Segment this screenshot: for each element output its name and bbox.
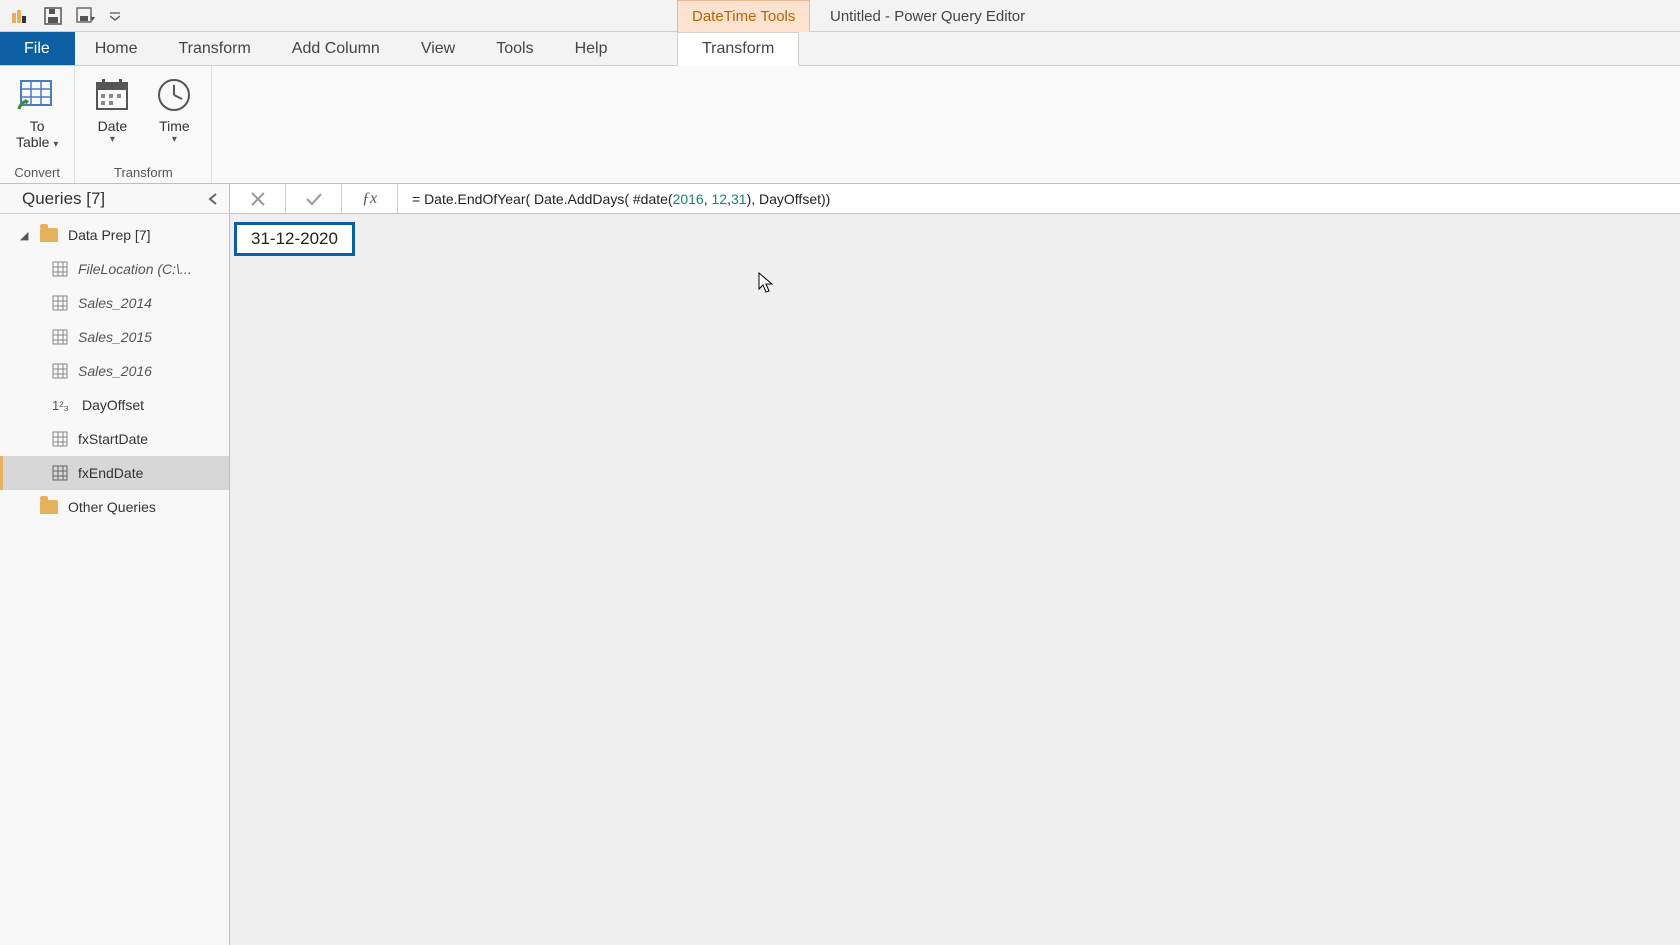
query-item-sales-2016[interactable]: Sales_2016	[0, 354, 229, 388]
ribbon-group-transform: Date ▾ Time ▾ Transform	[75, 66, 212, 183]
table-icon	[52, 363, 68, 379]
table-icon	[52, 295, 68, 311]
queries-panel-header: Queries [7]	[0, 184, 229, 214]
mouse-cursor-icon	[758, 272, 774, 294]
tab-home[interactable]: Home	[75, 32, 159, 65]
query-item-sales-2015[interactable]: Sales_2015	[0, 320, 229, 354]
date-button[interactable]: Date ▾	[81, 70, 143, 165]
quick-access-toolbar	[0, 3, 122, 29]
title-bar: DateTime Tools Untitled - Power Query Ed…	[0, 0, 1680, 32]
workspace: Queries [7] ◢ Data Prep [7] FileLocation…	[0, 184, 1680, 945]
cancel-formula-icon[interactable]	[230, 184, 286, 213]
fx-icon[interactable]: ƒx	[342, 184, 398, 213]
to-table-label: To Table ▾	[16, 118, 58, 153]
tab-file[interactable]: File	[0, 32, 75, 65]
folder-icon	[40, 500, 58, 514]
ribbon-group-convert: To Table ▾ Convert	[0, 66, 75, 183]
query-item-fxstartdate[interactable]: fxStartDate	[0, 422, 229, 456]
query-group-data-prep[interactable]: ◢ Data Prep [7]	[0, 218, 229, 252]
formula-input[interactable]: = Date.EndOfYear( Date.AddDays( #date(20…	[398, 184, 1680, 213]
document-title: Untitled - Power Query Editor	[830, 0, 1025, 32]
ribbon: To Table ▾ Convert	[0, 66, 1680, 184]
query-group-other[interactable]: Other Queries	[0, 490, 229, 524]
query-label: Sales_2015	[78, 329, 152, 345]
query-label: Sales_2016	[78, 363, 152, 379]
expand-caret-icon[interactable]: ◢	[20, 229, 30, 242]
qat-dropdown-icon[interactable]	[108, 3, 122, 29]
group-label: Other Queries	[68, 499, 156, 515]
tab-transform[interactable]: Transform	[158, 32, 271, 65]
result-value-cell[interactable]: 31-12-2020	[234, 222, 355, 256]
result-area: 31-12-2020	[230, 214, 1680, 945]
query-item-dayoffset[interactable]: 1²₃ DayOffset	[0, 388, 229, 422]
date-label: Date	[98, 118, 128, 134]
queries-tree: ◢ Data Prep [7] FileLocation (C:\... Sal…	[0, 214, 229, 528]
query-item-filelocation[interactable]: FileLocation (C:\...	[0, 252, 229, 286]
formula-bar: ƒx = Date.EndOfYear( Date.AddDays( #date…	[230, 184, 1680, 214]
contextual-tools-tab: DateTime Tools	[677, 0, 810, 32]
tab-view[interactable]: View	[401, 32, 476, 65]
table-icon	[52, 261, 68, 277]
group-label-convert: Convert	[14, 165, 60, 183]
chevron-down-icon: ▾	[110, 134, 115, 145]
app-icon	[6, 3, 32, 29]
date-icon	[91, 74, 133, 116]
time-icon	[153, 74, 195, 116]
time-button[interactable]: Time ▾	[143, 70, 205, 165]
chevron-down-icon: ▾	[172, 134, 177, 145]
to-table-icon	[16, 74, 58, 116]
queries-panel-title: Queries [7]	[22, 189, 105, 209]
collapse-panel-icon[interactable]	[205, 191, 221, 207]
query-label: fxStartDate	[78, 431, 148, 447]
query-label: FileLocation (C:\...	[78, 261, 192, 277]
query-label: DayOffset	[82, 397, 144, 413]
tab-add-column[interactable]: Add Column	[272, 32, 401, 65]
queries-panel: Queries [7] ◢ Data Prep [7] FileLocation…	[0, 184, 230, 945]
query-label: Sales_2014	[78, 295, 152, 311]
table-icon	[52, 431, 68, 447]
number-icon: 1²₃	[52, 398, 72, 413]
accept-formula-icon[interactable]	[286, 184, 342, 213]
ribbon-tabs: File Home Transform Add Column View Tool…	[0, 32, 1680, 66]
group-label: Data Prep [7]	[68, 227, 151, 243]
to-table-button[interactable]: To Table ▾	[6, 70, 68, 165]
main-area: ƒx = Date.EndOfYear( Date.AddDays( #date…	[230, 184, 1680, 945]
tab-help[interactable]: Help	[555, 32, 629, 65]
tab-tools[interactable]: Tools	[476, 32, 554, 65]
time-label: Time	[159, 118, 190, 134]
folder-icon	[40, 228, 58, 242]
save-as-icon[interactable]	[74, 3, 100, 29]
query-item-fxenddate[interactable]: fxEndDate	[0, 456, 229, 490]
query-label: fxEndDate	[78, 465, 143, 481]
group-label-transform: Transform	[114, 165, 173, 183]
table-icon	[52, 465, 68, 481]
query-item-sales-2014[interactable]: Sales_2014	[0, 286, 229, 320]
tab-context-transform[interactable]: Transform	[677, 32, 799, 66]
save-icon[interactable]	[40, 3, 66, 29]
table-icon	[52, 329, 68, 345]
